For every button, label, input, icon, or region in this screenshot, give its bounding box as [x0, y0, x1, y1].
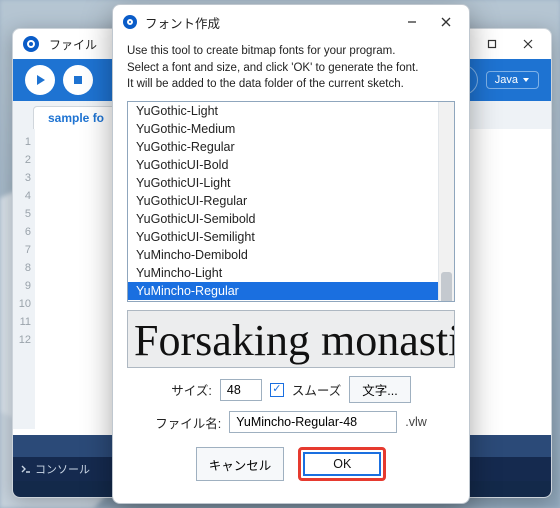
font-list-scrollbar[interactable] — [438, 102, 454, 301]
create-font-dialog: フォント作成 Use this tool to create bitmap fo… — [112, 4, 470, 504]
font-list-item[interactable]: YuMincho-Demibold — [128, 246, 454, 264]
mode-label: Java — [495, 74, 518, 86]
font-list-item[interactable]: YuGothic-Light — [128, 102, 454, 120]
font-preview: Forsaking monastic — [127, 310, 455, 368]
ok-highlight: OK — [298, 447, 386, 481]
line-gutter: 123456789101112 — [13, 129, 35, 429]
filename-input[interactable] — [229, 411, 397, 433]
main-maximize-button[interactable] — [479, 31, 505, 57]
font-listbox[interactable]: YuGothic-LightYuGothic-MediumYuGothic-Re… — [127, 101, 455, 302]
console-icon — [21, 464, 31, 474]
chevron-down-icon — [522, 76, 530, 84]
font-list-item[interactable]: YuGothic-Medium — [128, 120, 454, 138]
console-tab-label: コンソール — [35, 461, 90, 477]
characters-button[interactable]: 文字... — [349, 376, 410, 403]
size-row: サイズ: ✓ スムーズ 文字... — [127, 376, 455, 403]
dialog-minimize-button[interactable] — [399, 9, 425, 35]
font-list-item[interactable]: YuGothicUI-Semilight — [128, 228, 454, 246]
processing-logo-icon — [23, 36, 39, 52]
smooth-label: スムーズ — [292, 380, 341, 399]
sketch-tab-label: sample fo — [48, 111, 104, 125]
dialog-actions: キャンセル OK — [127, 441, 455, 493]
processing-logo-icon — [123, 15, 137, 29]
font-list-item[interactable]: YuGothicUI-Bold — [128, 156, 454, 174]
filename-label: ファイル名: — [155, 413, 221, 432]
font-list-item[interactable]: YuGothicUI-Semibold — [128, 210, 454, 228]
dialog-close-button[interactable] — [433, 9, 459, 35]
ok-button[interactable]: OK — [303, 452, 381, 476]
dialog-help-text: Use this tool to create bitmap fonts for… — [127, 43, 455, 93]
stop-button[interactable] — [63, 65, 93, 95]
font-list-item[interactable]: YuGothicUI-Regular — [128, 192, 454, 210]
font-list-item[interactable]: YuMincho-Regular — [128, 282, 454, 300]
console-tab[interactable]: コンソール — [21, 461, 90, 477]
filename-row: ファイル名: .vlw — [127, 411, 455, 433]
dialog-title: フォント作成 — [145, 13, 220, 32]
sketch-tab[interactable]: sample fo — [33, 106, 119, 129]
cancel-button[interactable]: キャンセル — [196, 447, 285, 481]
size-label: サイズ: — [171, 380, 212, 399]
dialog-titlebar: フォント作成 — [113, 5, 469, 39]
scrollbar-thumb[interactable] — [441, 272, 452, 302]
mode-selector[interactable]: Java — [486, 71, 539, 89]
run-button[interactable] — [25, 65, 55, 95]
main-close-button[interactable] — [515, 31, 541, 57]
filename-ext: .vlw — [405, 415, 427, 429]
font-list-item[interactable]: ZWAdobeF — [128, 300, 454, 302]
font-list-item[interactable]: YuMincho-Light — [128, 264, 454, 282]
smooth-checkbox[interactable]: ✓ — [270, 383, 284, 397]
font-list-item[interactable]: YuGothic-Regular — [128, 138, 454, 156]
font-list-item[interactable]: YuGothicUI-Light — [128, 174, 454, 192]
menu-file[interactable]: ファイル — [49, 36, 97, 53]
size-input[interactable] — [220, 379, 262, 401]
